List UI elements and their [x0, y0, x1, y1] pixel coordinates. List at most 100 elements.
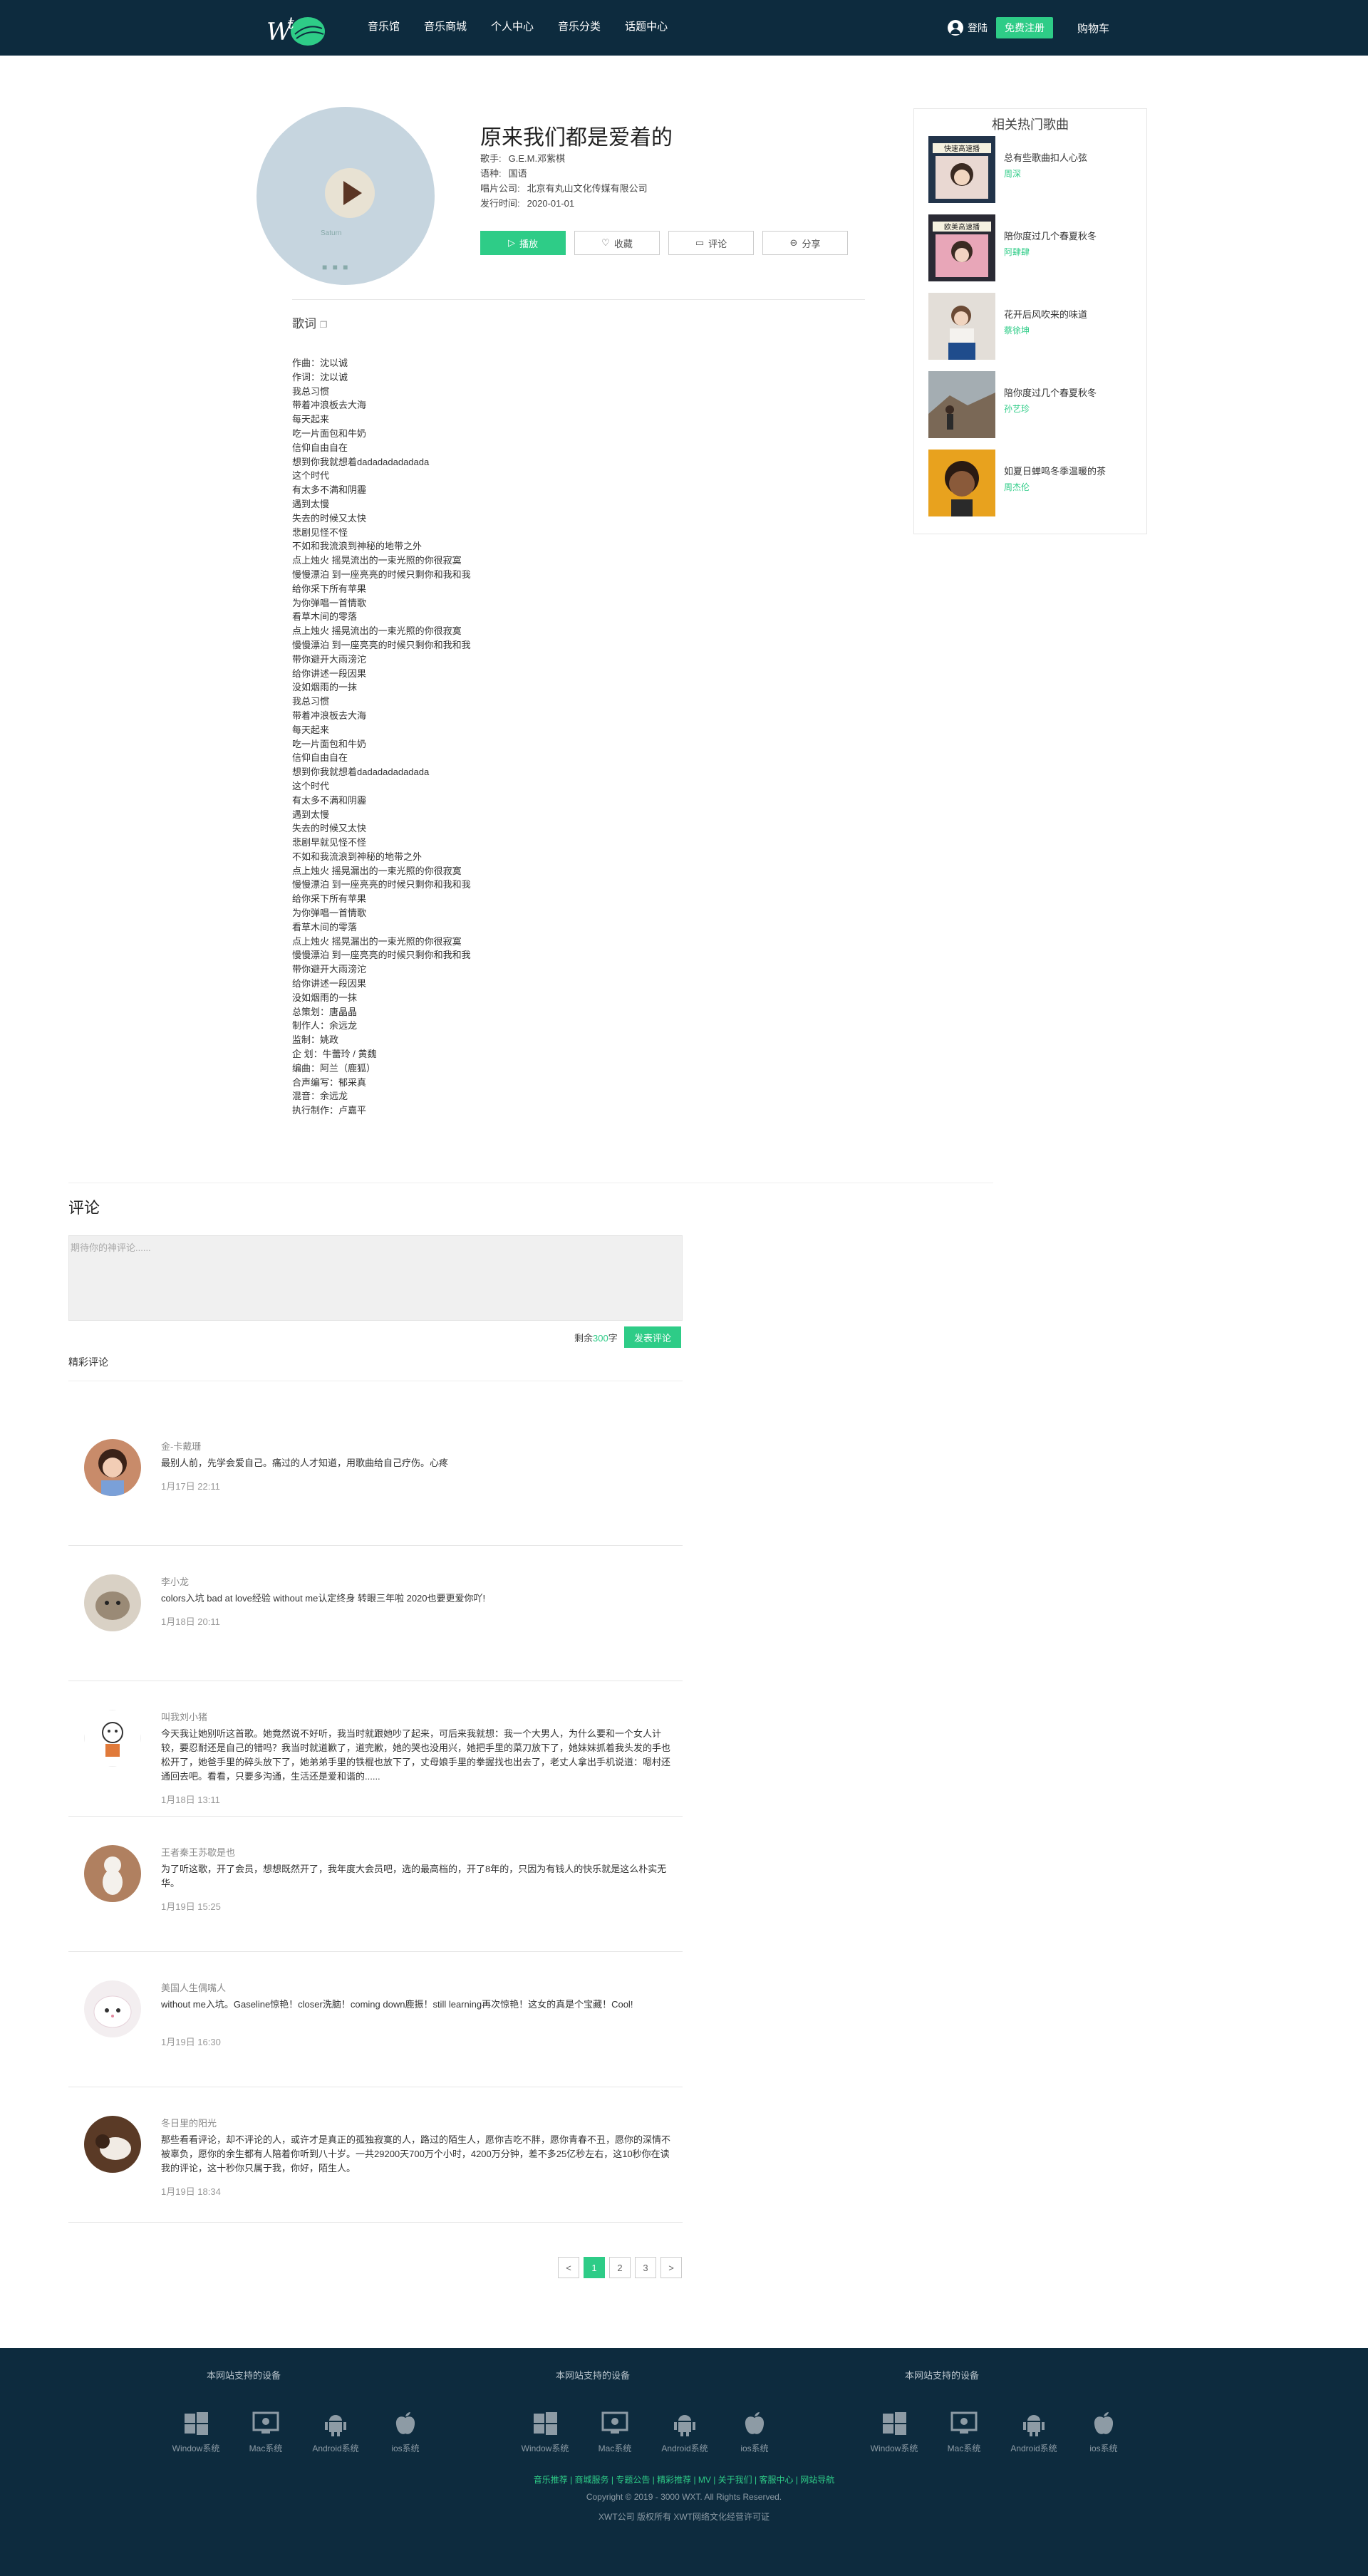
lyric-line: 不如和我流浪到神秘的地带之外 — [292, 541, 423, 552]
related-song-item[interactable]: 花开后风吹来的味道 蔡徐坤 — [928, 293, 1142, 361]
login-link[interactable]: 登陆 — [968, 21, 988, 35]
avatar[interactable] — [84, 2116, 141, 2173]
comment-username[interactable]: 冬日里的阳光 — [161, 2116, 217, 2129]
comment-username[interactable]: 叫我刘小猪 — [161, 1710, 207, 1723]
comment-item: 李小龙 colors入坑 bad at love经验 without me认定终… — [68, 1546, 683, 1681]
avatar[interactable] — [84, 1439, 141, 1496]
lyric-line: 不如和我流浪到神秘的地带之外 — [292, 851, 423, 862]
comment-time: 1月17日 22:11 — [161, 1481, 220, 1492]
lyric-line: 给你讲述一段因果 — [292, 668, 367, 679]
lyrics-body: 作曲：沈以诚 作词：沈以诚 我总习惯 带着冲浪板去大海 每天起来 吃一片面包和牛奶 信仰自由… — [292, 356, 648, 1118]
device-ios[interactable]: ios系统 — [373, 2409, 437, 2454]
comment-item: 美国人生偶嘴人 without me入坑。Gaseline惊艳！closer洗脑… — [68, 1952, 683, 2087]
device-android[interactable]: Android系统 — [1002, 2409, 1066, 2454]
lyric-line: 制作人：余远龙 — [292, 1020, 358, 1032]
song-name[interactable]: 陪你度过几个春夏秋冬 — [1004, 385, 1097, 399]
related-songs-title: 相关热门歌曲 — [992, 118, 1069, 132]
avatar[interactable] — [84, 1845, 141, 1902]
nav-music-store[interactable]: 音乐商城 — [424, 20, 467, 34]
song-name[interactable]: 总有些歌曲扣人心弦 — [1004, 150, 1087, 164]
song-artist[interactable]: 周杰伦 — [1004, 481, 1030, 493]
prev-page-button[interactable]: < — [558, 2257, 579, 2278]
device-ios[interactable]: ios系统 — [722, 2409, 787, 2454]
nav-topic-center[interactable]: 话题中心 — [625, 20, 668, 34]
comment-username[interactable]: 李小龙 — [161, 1574, 189, 1588]
related-song-item[interactable]: 如夏日蝉鸣冬季温暖的茶 周杰伦 — [928, 450, 1142, 518]
collect-button[interactable]: ♡ 收藏 — [574, 231, 660, 255]
avatar[interactable] — [84, 1574, 141, 1631]
device-mac[interactable]: Mac系统 — [234, 2409, 298, 2454]
related-song-item[interactable]: 快速高速播 总有些歌曲扣人心弦 周深 — [928, 136, 1142, 204]
android-icon — [674, 2415, 695, 2436]
lyric-line: 点上烛火 摇晃流出的一束光照的你很寂寞 — [292, 625, 462, 637]
comment-button[interactable]: ▭ 评论 — [668, 231, 754, 255]
song-artist[interactable]: 阿肆肆 — [1004, 246, 1030, 258]
device-windows[interactable]: Window系统 — [164, 2409, 228, 2454]
comment-username[interactable]: 金-卡戴珊 — [161, 1439, 201, 1453]
song-cover[interactable]: 欧美高速播 — [928, 214, 995, 281]
nav-music-hall[interactable]: 音乐馆 — [368, 20, 400, 34]
device-mac[interactable]: Mac系统 — [583, 2409, 647, 2454]
song-title: 原来我们都是爱着的 — [480, 126, 673, 150]
next-page-button[interactable]: > — [660, 2257, 682, 2278]
comment-item: 金-卡戴珊 最别人前，先学会爱自己。痛过的人才知道，用歌曲给自己疗伤。心疼 1月… — [68, 1411, 683, 1546]
meta-release: 发行时间: 2020-01-01 — [480, 198, 575, 209]
site-logo[interactable]: W t — [264, 10, 331, 48]
lyric-line: 带着冲浪板去大海 — [292, 400, 367, 411]
user-icon[interactable] — [948, 20, 963, 36]
device-android[interactable]: Android系统 — [304, 2409, 368, 2454]
lyric-line: 有太多不满和阴霾 — [292, 484, 367, 496]
play-icon[interactable] — [343, 181, 362, 205]
lyric-line: 看草木间的零落 — [292, 611, 358, 623]
featured-comments-label: 精彩评论 — [68, 1356, 108, 1368]
lyric-line: 我总习惯 — [292, 696, 330, 707]
related-song-item[interactable]: 陪你度过几个春夏秋冬 孙艺珍 — [928, 371, 1142, 440]
submit-comment-button[interactable]: 发表评论 — [624, 1326, 681, 1348]
song-cover[interactable] — [928, 293, 995, 360]
cart-link[interactable]: 购物车 — [1077, 21, 1109, 36]
nav-personal-center[interactable]: 个人中心 — [491, 20, 534, 34]
lyric-line: 没如烟雨的一抹 — [292, 682, 358, 693]
song-name[interactable]: 花开后风吹来的味道 — [1004, 307, 1087, 321]
footer-links[interactable]: 音乐推荐 | 商城服务 | 专题公告 | 精彩推荐 | MV | 关于我们 | … — [0, 2473, 1368, 2486]
device-mac[interactable]: Mac系统 — [932, 2409, 996, 2454]
comment-username[interactable]: 美国人生偶嘴人 — [161, 1980, 226, 1994]
nav-music-category[interactable]: 音乐分类 — [558, 20, 601, 34]
device-title: 本网站支持的设备 — [905, 2370, 980, 2381]
copy-icon[interactable]: ❐ — [320, 320, 328, 330]
lyric-line: 混音：余远龙 — [292, 1091, 348, 1102]
lyric-line: 想到你我就想着dadadadadadada — [292, 767, 430, 778]
mac-monitor-icon — [950, 2411, 978, 2434]
song-name[interactable]: 如夏日蝉鸣冬季温暖的茶 — [1004, 464, 1106, 477]
comments-title: 评论 — [68, 1199, 100, 1217]
page-2-button[interactable]: 2 — [609, 2257, 631, 2278]
comment-username[interactable]: 王者秦王苏歇是也 — [161, 1845, 235, 1859]
register-button[interactable]: 免费注册 — [996, 17, 1053, 38]
device-ios[interactable]: ios系统 — [1072, 2409, 1136, 2454]
song-cover[interactable] — [928, 371, 995, 438]
song-artist[interactable]: 孙艺珍 — [1004, 402, 1030, 415]
device-android[interactable]: Android系统 — [653, 2409, 717, 2454]
mac-monitor-icon — [252, 2411, 279, 2434]
song-artist[interactable]: 周深 — [1004, 167, 1021, 180]
comment-item: 冬日里的阳光 那些看看评论，却不评论的人，或许才是真正的孤独寂寞的人，路过的陌生… — [68, 2087, 683, 2223]
lyric-line: 慢慢漂泊 到一座亮亮的时候只剩你和我和我 — [292, 639, 471, 650]
play-button[interactable]: ▷ 播放 — [480, 231, 566, 255]
lyric-line: 点上烛火 摇晃流出的一束光照的你很寂寞 — [292, 555, 462, 566]
device-windows[interactable]: Window系统 — [513, 2409, 577, 2454]
related-songs-panel: 相关热门歌曲 快速高速播 总有些歌曲扣人心弦 周深 欧美高速播 陪你度过几个春夏… — [913, 108, 1147, 534]
avatar[interactable] — [84, 1980, 141, 2037]
song-cover[interactable] — [928, 450, 995, 516]
song-name[interactable]: 陪你度过几个春夏秋冬 — [1004, 229, 1097, 242]
divider — [292, 299, 865, 300]
avatar[interactable] — [84, 1710, 141, 1767]
related-song-item[interactable]: 欧美高速播 陪你度过几个春夏秋冬 阿肆肆 — [928, 214, 1142, 283]
song-cover[interactable]: 快速高速播 — [928, 136, 995, 203]
comment-textarea[interactable]: 期待你的神评论...... — [68, 1235, 683, 1321]
page-1-button[interactable]: 1 — [584, 2257, 605, 2278]
page-3-button[interactable]: 3 — [635, 2257, 656, 2278]
device-windows[interactable]: Window系统 — [862, 2409, 926, 2454]
share-button[interactable]: ⊖ 分享 — [762, 231, 848, 255]
song-artist[interactable]: 蔡徐坤 — [1004, 324, 1030, 336]
lyric-line: 为你弹唱一首情歌 — [292, 908, 367, 919]
